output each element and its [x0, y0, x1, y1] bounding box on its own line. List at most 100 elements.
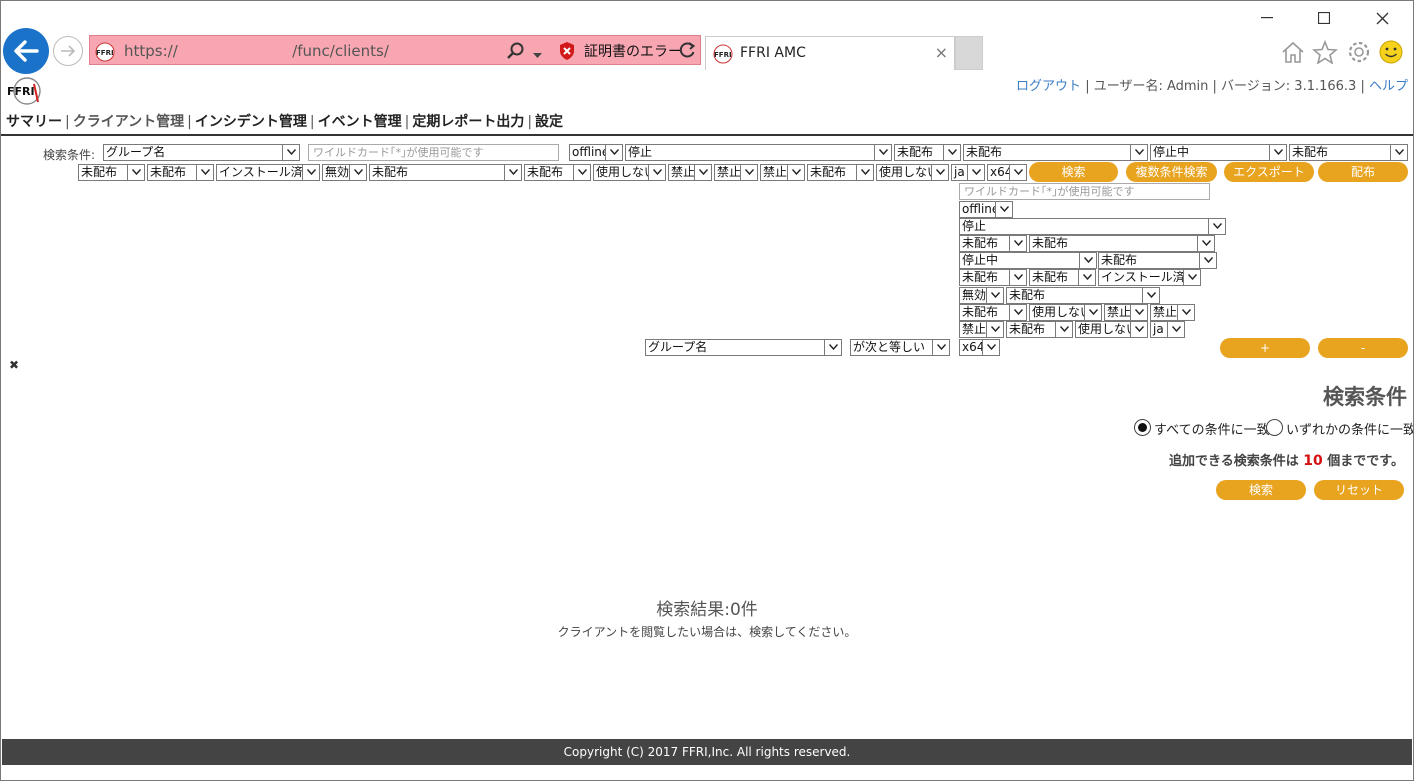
chevron-down-icon: [1202, 240, 1211, 246]
chevron-down-icon: [1089, 309, 1098, 315]
match-all-label[interactable]: すべての条件に一致: [1154, 419, 1270, 438]
option-select[interactable]: 未配布: [959, 235, 1027, 252]
nav-client-management[interactable]: クライアント管理: [73, 114, 184, 130]
arch-select[interactable]: x64: [987, 164, 1027, 181]
back-button[interactable]: [3, 28, 49, 74]
option-select[interactable]: 未配布: [1006, 321, 1073, 338]
option-select[interactable]: 未配布: [1029, 235, 1215, 252]
option-select[interactable]: 禁止: [1150, 304, 1195, 321]
option-select[interactable]: インストール済み: [1098, 269, 1201, 286]
url-text[interactable]: https:// /func/clients/: [124, 42, 389, 60]
option-select[interactable]: 未配布: [959, 304, 1027, 321]
option-select[interactable]: 停止中: [1150, 144, 1287, 161]
option-select[interactable]: 無効: [959, 287, 1004, 304]
chevron-down-icon: [948, 149, 957, 155]
option-select[interactable]: 未配布: [369, 164, 522, 181]
option-select[interactable]: 使用しない: [1075, 321, 1148, 338]
option-select[interactable]: 使用しない: [593, 164, 666, 181]
chevron-down-icon: [1274, 149, 1283, 155]
panel-search-button[interactable]: 検索: [1216, 480, 1306, 500]
multi-search-button[interactable]: 複数条件検索: [1126, 162, 1217, 182]
option-select[interactable]: 禁止: [959, 321, 1004, 338]
favorites-star-icon[interactable]: [1311, 38, 1339, 66]
nav-settings[interactable]: 設定: [535, 114, 563, 130]
match-any-radio[interactable]: [1266, 419, 1283, 436]
option-select[interactable]: インストール済み: [216, 164, 320, 181]
option-select[interactable]: 未配布: [78, 164, 145, 181]
dropdown-arrow-icon[interactable]: [533, 48, 542, 62]
field-select[interactable]: グループ名: [103, 144, 300, 161]
help-link[interactable]: ヘルプ: [1369, 79, 1408, 94]
option-select[interactable]: 未配布: [1289, 144, 1408, 161]
search-icon[interactable]: [506, 42, 524, 63]
option-select[interactable]: 禁止: [668, 164, 712, 181]
option-select[interactable]: 未配布: [959, 269, 1027, 286]
export-button[interactable]: エクスポート: [1224, 162, 1314, 182]
condition-field-select[interactable]: グループ名: [645, 339, 842, 356]
chevron-down-icon: [1182, 309, 1191, 315]
nav-scheduled-report[interactable]: 定期レポート出力: [412, 114, 524, 130]
nav-summary[interactable]: サマリー: [6, 114, 62, 130]
option-select[interactable]: 無効: [322, 164, 367, 181]
option-select[interactable]: 未配布: [524, 164, 591, 181]
browser-tab[interactable]: FFRI FFRI AMC ×: [705, 36, 955, 70]
minimize-icon[interactable]: [1253, 6, 1281, 30]
gear-icon[interactable]: [1345, 38, 1373, 66]
status-select[interactable]: offline: [569, 144, 623, 161]
chevron-down-icon: [610, 149, 619, 155]
option-select[interactable]: 停止中: [959, 252, 1097, 269]
close-panel-icon[interactable]: ✖: [9, 358, 19, 372]
match-all-radio[interactable]: [1134, 419, 1151, 436]
match-any-label[interactable]: いずれかの条件に一致: [1286, 419, 1414, 438]
chevron-down-icon: [653, 169, 662, 175]
state-select[interactable]: 停止: [959, 218, 1226, 235]
remove-condition-button[interactable]: -: [1318, 338, 1408, 358]
option-select[interactable]: 未配布: [147, 164, 214, 181]
nav-incident-management[interactable]: インシデント管理: [195, 114, 307, 130]
home-icon[interactable]: [1279, 38, 1307, 66]
chevron-down-icon: [1172, 326, 1181, 332]
chevron-down-icon: [509, 169, 518, 175]
option-select[interactable]: 禁止: [714, 164, 758, 181]
option-select[interactable]: 未配布: [1006, 287, 1160, 304]
wildcard-input[interactable]: ワイルドカード｢*｣が使用可能です: [959, 183, 1210, 200]
maximize-icon[interactable]: [1310, 6, 1338, 30]
chevron-down-icon: [745, 169, 754, 175]
option-select[interactable]: 未配布: [807, 164, 874, 181]
language-select[interactable]: ja: [1150, 321, 1185, 338]
state-select[interactable]: 停止: [625, 144, 892, 161]
cert-error-icon[interactable]: [557, 41, 577, 64]
deploy-button[interactable]: 配布: [1318, 162, 1408, 182]
nav-separator: |: [65, 114, 70, 130]
logout-link[interactable]: ログアウト: [1016, 79, 1081, 94]
language-select[interactable]: ja: [951, 164, 985, 181]
option-select[interactable]: 禁止: [1104, 304, 1148, 321]
nav-event-management[interactable]: イベント管理: [318, 114, 402, 130]
status-select[interactable]: offline: [959, 201, 1013, 218]
new-tab-button[interactable]: [955, 36, 983, 70]
option-select[interactable]: 未配布: [963, 144, 1148, 161]
condition-operator-select[interactable]: が次と等しい: [850, 339, 950, 356]
refresh-icon[interactable]: [678, 41, 696, 62]
option-select[interactable]: 禁止: [760, 164, 805, 181]
forward-button[interactable]: [53, 36, 83, 66]
option-select[interactable]: 未配布: [894, 144, 961, 161]
add-condition-button[interactable]: +: [1220, 338, 1310, 358]
chevron-down-icon: [1084, 257, 1093, 263]
cert-error-text[interactable]: 証明書のエラー: [584, 41, 682, 61]
close-tab-icon[interactable]: ×: [935, 43, 948, 62]
chevron-down-icon: [578, 169, 587, 175]
nav-separator: |: [187, 114, 192, 130]
address-bar[interactable]: FFRI https:// /func/clients/ 証明書のエラー: [89, 35, 701, 65]
option-select[interactable]: 使用しない: [876, 164, 949, 181]
option-select[interactable]: 未配布: [1029, 269, 1096, 286]
wildcard-input[interactable]: ワイルドカード｢*｣が使用可能です: [308, 144, 559, 161]
arch-select[interactable]: x64: [959, 339, 1000, 356]
close-window-icon[interactable]: [1368, 6, 1396, 30]
option-select[interactable]: 使用しない: [1029, 304, 1102, 321]
option-select[interactable]: 未配布: [1098, 252, 1217, 269]
search-button[interactable]: 検索: [1029, 162, 1118, 182]
smiley-feedback-icon[interactable]: [1377, 38, 1405, 66]
result-message: クライアントを閲覧したい場合は、検索してください。: [557, 625, 857, 639]
panel-reset-button[interactable]: リセット: [1314, 480, 1404, 500]
